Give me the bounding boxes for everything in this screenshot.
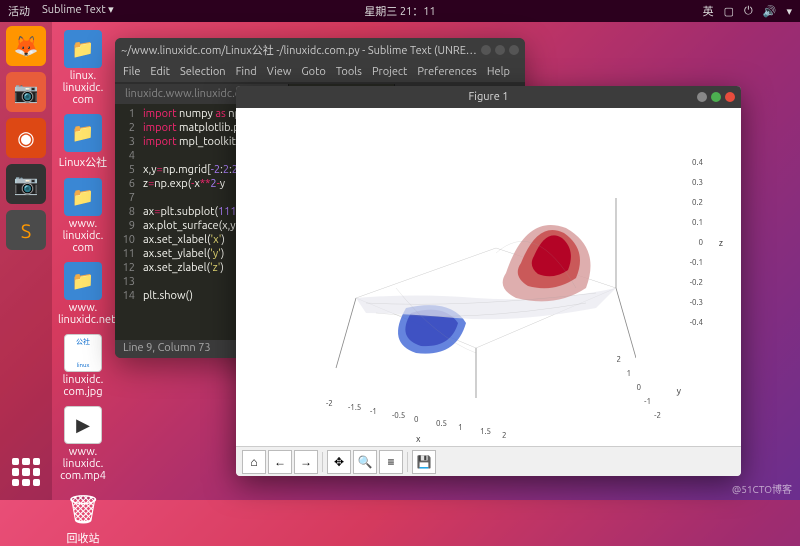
z-tick: 0.3 [692, 178, 703, 187]
activities-button[interactable]: 活动 [8, 3, 30, 19]
menu-edit[interactable]: Edit [150, 66, 170, 78]
configure-button[interactable]: ≡ [379, 450, 403, 474]
z-tick: -0.2 [690, 278, 703, 287]
menu-file[interactable]: File [123, 66, 140, 78]
desktop-folder[interactable]: 📁Linux公社 [58, 114, 108, 170]
x-tick: -1 [370, 407, 377, 416]
z-tick: 0 [698, 238, 703, 247]
menu-goto[interactable]: Goto [301, 66, 325, 78]
pan-button[interactable]: ✥ [327, 450, 351, 474]
desktop-icons: 📁linux. linuxidc. com 📁Linux公社 📁www. lin… [58, 30, 108, 546]
y-axis-label: y [677, 386, 681, 396]
dock: 🦊 📷 ◉ 📷 S [0, 22, 52, 500]
show-apps-button[interactable] [6, 452, 46, 492]
y-tick: -1 [644, 397, 651, 406]
menu-project[interactable]: Project [372, 66, 407, 78]
ubuntu-software-icon[interactable]: ◉ [6, 118, 46, 158]
matplotlib-window: Figure 1 [236, 86, 741, 476]
minimize-button[interactable] [697, 92, 707, 102]
desktop-folder[interactable]: 📁www. linuxidc.net [58, 262, 108, 326]
desktop-folder[interactable]: 📁linux. linuxidc. com [58, 30, 108, 106]
close-button[interactable] [725, 92, 735, 102]
x-tick: -0.5 [392, 411, 405, 420]
matplotlib-toolbar: ⌂ ← → ✥ 🔍 ≡ 💾 [236, 446, 741, 476]
z-tick: 0.2 [692, 198, 703, 207]
zoom-button[interactable]: 🔍 [353, 450, 377, 474]
firefox-icon[interactable]: 🦊 [6, 26, 46, 66]
z-tick: -0.3 [690, 298, 703, 307]
sublime-titlebar[interactable]: ~/www.linuxidc.com/Linux公社 -/linuxidc.co… [115, 38, 525, 62]
x-tick: 0 [414, 415, 419, 424]
surface-plot [316, 158, 636, 398]
system-menu[interactable]: ▾ [786, 5, 792, 18]
menu-selection[interactable]: Selection [180, 66, 226, 78]
menu-help[interactable]: Help [487, 66, 510, 78]
plot-area[interactable]: 0.4 0.3 0.2 0.1 0 -0.1 -0.2 -0.3 -0.4 z … [236, 108, 741, 446]
z-tick: -0.1 [690, 258, 703, 267]
save-button[interactable]: 💾 [412, 450, 436, 474]
watermark: @51CTO博客 [732, 481, 792, 496]
tray-icon[interactable]: ▢ [724, 5, 734, 18]
back-button[interactable]: ← [268, 450, 292, 474]
z-tick: 0.1 [692, 218, 703, 227]
desktop-video[interactable]: ▶www. linuxidc. com.mp4 [58, 406, 108, 482]
ime-indicator[interactable]: 英 [703, 3, 714, 19]
top-panel: 活动 Sublime Text ▾ 星期三 21：11 英 ▢ ⏻ 🔊 ▾ [0, 0, 800, 22]
x-tick: -1.5 [348, 403, 361, 412]
separator [322, 452, 323, 472]
figure-titlebar[interactable]: Figure 1 [236, 86, 741, 108]
x-tick: 1.5 [480, 427, 491, 436]
y-tick: 1 [626, 369, 631, 378]
forward-button[interactable]: → [294, 450, 318, 474]
minimize-button[interactable] [481, 45, 491, 55]
app-menu[interactable]: Sublime Text ▾ [42, 3, 114, 19]
z-axis-label: z [719, 238, 723, 248]
clock[interactable]: 星期三 21：11 [269, 3, 530, 19]
z-tick: -0.4 [690, 318, 703, 327]
menu-find[interactable]: Find [236, 66, 257, 78]
desktop-folder[interactable]: 📁www. linuxidc. com [58, 178, 108, 254]
menu-view[interactable]: View [267, 66, 292, 78]
y-tick: 2 [616, 355, 621, 364]
x-tick: 2 [502, 431, 507, 440]
photos-icon[interactable]: 📷 [6, 164, 46, 204]
z-tick: 0.4 [692, 158, 703, 167]
figure-title: Figure 1 [468, 91, 508, 103]
y-tick: -2 [654, 411, 661, 420]
maximize-button[interactable] [495, 45, 505, 55]
camera-icon[interactable]: 📷 [6, 72, 46, 112]
window-title: ~/www.linuxidc.com/Linux公社 -/linuxidc.co… [121, 42, 481, 58]
y-tick: 0 [636, 383, 641, 392]
x-axis-label: x [416, 434, 421, 444]
close-button[interactable] [509, 45, 519, 55]
separator [407, 452, 408, 472]
x-tick: 0.5 [436, 419, 447, 428]
home-button[interactable]: ⌂ [242, 450, 266, 474]
x-tick: -2 [326, 399, 333, 408]
desktop-image[interactable]: 公社linuxlinuxidc. com.jpg [58, 334, 108, 398]
trash-icon[interactable]: 🗑回收站 [58, 490, 108, 546]
sublime-icon[interactable]: S [6, 210, 46, 250]
maximize-button[interactable] [711, 92, 721, 102]
tray-icon[interactable]: ⏻ [744, 5, 753, 18]
sublime-menubar: File Edit Selection Find View Goto Tools… [115, 62, 525, 82]
menu-preferences[interactable]: Preferences [417, 66, 477, 78]
line-numbers: 1234567891011121314 [115, 104, 139, 340]
menu-tools[interactable]: Tools [336, 66, 362, 78]
x-tick: 1 [458, 423, 463, 432]
tray-icon[interactable]: 🔊 [763, 5, 777, 18]
